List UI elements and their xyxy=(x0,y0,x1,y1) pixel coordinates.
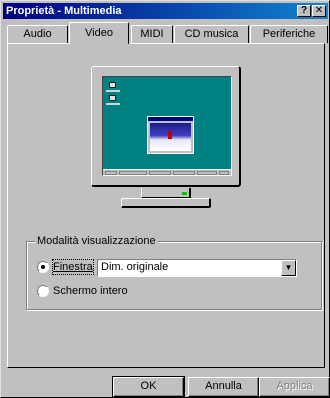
cancel-button-label: Annulla xyxy=(205,380,242,392)
desktop-icon-label xyxy=(106,90,120,92)
desktop-icon xyxy=(109,95,116,101)
tab-video[interactable]: Video xyxy=(69,22,129,44)
close-icon: ✕ xyxy=(314,5,324,16)
tab-midi-label: MIDI xyxy=(140,28,164,40)
window-radio-label[interactable]: Finestra xyxy=(52,259,94,275)
tab-periferiche[interactable]: Periferiche xyxy=(250,25,328,43)
dialog-window: Proprietà - Multimedia ? ✕ Audio Video M… xyxy=(0,0,330,398)
apply-button[interactable]: Applica xyxy=(259,377,330,397)
tab-periferiche-label: Periferiche xyxy=(262,28,316,40)
fullscreen-radio-label[interactable]: Schermo intero xyxy=(53,284,128,298)
size-select[interactable]: Dim. originale ▼ xyxy=(97,259,297,277)
preview-task-button xyxy=(119,171,147,175)
window-title: Proprietà - Multimedia xyxy=(6,5,122,17)
tab-midi[interactable]: MIDI xyxy=(131,25,173,43)
monitor-screen xyxy=(102,76,232,176)
preview-window xyxy=(147,116,194,154)
fullscreen-radio-option[interactable]: Schermo intero xyxy=(37,284,157,298)
question-icon: ? xyxy=(300,5,308,16)
window-radio-option[interactable]: Finestra xyxy=(37,259,95,275)
preview-task-button xyxy=(149,171,171,175)
preview-task-button xyxy=(173,171,195,175)
preview-task-button xyxy=(197,171,217,175)
fullscreen-radio[interactable] xyxy=(37,285,49,297)
tab-audio[interactable]: Audio xyxy=(7,25,68,43)
tab-video-label: Video xyxy=(85,27,113,39)
tab-audio-label: Audio xyxy=(23,28,52,40)
monitor-power-led xyxy=(182,192,187,195)
ok-button[interactable]: OK xyxy=(112,376,185,398)
monitor-preview-icon xyxy=(91,66,241,187)
close-button[interactable]: ✕ xyxy=(312,5,326,17)
desktop-icon xyxy=(109,82,116,88)
preview-video-figure xyxy=(168,131,172,139)
preview-window-titlebar xyxy=(148,117,193,121)
tab-cd-musica-label: CD musica xyxy=(184,28,239,40)
preview-start-button xyxy=(105,171,117,175)
fullscreen-radio-label-text: Schermo intero xyxy=(53,285,128,297)
apply-button-label: Applica xyxy=(276,380,313,392)
dropdown-arrow-icon[interactable]: ▼ xyxy=(281,260,296,276)
preview-video-frame xyxy=(150,123,191,151)
display-mode-group: Modalità visualizzazione Finestra Dim. o… xyxy=(26,234,322,310)
display-mode-legend: Modalità visualizzazione xyxy=(35,234,158,248)
preview-tray xyxy=(219,171,229,175)
tab-cd-musica[interactable]: CD musica xyxy=(174,25,249,43)
video-tab-panel: Modalità visualizzazione Finestra Dim. o… xyxy=(7,43,325,368)
title-bar[interactable]: Proprietà - Multimedia ? ✕ xyxy=(3,3,328,19)
monitor-base xyxy=(121,198,211,208)
cancel-button[interactable]: Annulla xyxy=(188,377,259,397)
size-select-value: Dim. originale xyxy=(101,261,169,273)
help-button[interactable]: ? xyxy=(297,5,311,17)
desktop-icon-label xyxy=(106,103,120,105)
preview-taskbar xyxy=(103,169,231,175)
window-radio-label-text: Finestra xyxy=(53,261,93,273)
window-radio[interactable] xyxy=(37,261,49,273)
ok-button-label: OK xyxy=(140,380,157,392)
